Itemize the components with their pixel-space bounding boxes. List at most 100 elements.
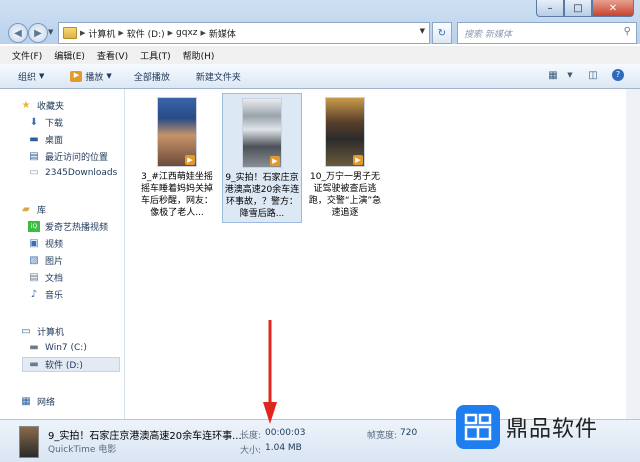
chevron-right-icon[interactable]: ▶ <box>168 29 173 37</box>
nav-label: 库 <box>37 206 47 216</box>
new-folder-button[interactable]: 新建文件夹 <box>196 70 241 83</box>
quicktime-icon: ▶ <box>185 155 195 165</box>
organize-button[interactable]: 组织 ▼ <box>18 70 44 83</box>
file-name: 9_实拍！石家庄京港澳高速20余车连环事故，？警方：降雪后路... <box>224 173 300 219</box>
red-arrow-annotation <box>263 320 277 424</box>
nav-label: 下载 <box>45 119 64 129</box>
menu-tools[interactable]: 工具(T) <box>140 49 171 62</box>
crumb-d-drive[interactable]: 软件 (D:) <box>127 27 165 40</box>
search-icon[interactable]: ⚲ <box>624 26 631 37</box>
file-name: 10_万宁一男子无证驾驶被查后逃跑，交警“上演”急速追逐 <box>308 172 382 218</box>
nav-label: 最近访问的位置 <box>45 153 109 163</box>
nav-label: 计算机 <box>37 328 65 338</box>
nav-label: 视频 <box>45 240 64 250</box>
nav-desktop[interactable]: ▬ 桌面 <box>28 133 63 146</box>
nav-video[interactable]: ▣ 视频 <box>28 237 63 250</box>
forward-arrow-icon: ▶ <box>34 27 42 39</box>
nav-favorites[interactable]: ★ 收藏夹 <box>20 99 65 112</box>
menu-file[interactable]: 文件(F) <box>12 49 42 62</box>
nav-music[interactable]: ♪ 音乐 <box>28 288 63 301</box>
minimize-button[interactable]: – <box>536 0 564 17</box>
play-all-button[interactable]: 全部播放 <box>134 70 170 83</box>
folder-icon <box>63 27 77 39</box>
back-button[interactable]: ◀ <box>8 23 28 43</box>
star-icon: ★ <box>21 100 31 111</box>
watermark: 鼎品软件 <box>456 405 598 449</box>
vertical-scrollbar[interactable] <box>626 89 640 419</box>
dropdown-icon: ▼ <box>106 72 112 80</box>
iqiyi-icon: iQ <box>28 221 40 232</box>
drive-icon: ▬ <box>29 359 39 370</box>
crumb-gqxz[interactable]: gqxz <box>176 28 197 38</box>
play-button[interactable]: ▶ 播放 ▼ <box>70 70 112 83</box>
view-options-icon[interactable]: ▦ <box>545 68 561 82</box>
video-icon: ▣ <box>29 238 39 249</box>
file-item[interactable]: ▶ 3_#江西萌娃坐摇摇车睡着妈妈关掉车后秒醒，网友：像极了老人... <box>138 93 216 219</box>
nav-computer[interactable]: ▭ 计算机 <box>20 325 64 338</box>
length-value[interactable]: 00:00:03 <box>265 428 305 438</box>
close-button[interactable]: ✕ <box>592 0 634 17</box>
length-label: 长度: <box>240 431 262 441</box>
history-dropdown-icon[interactable]: ▼ <box>48 28 53 36</box>
recent-places-icon: ▤ <box>29 151 39 162</box>
nav-library[interactable]: ▰ 库 <box>20 203 46 216</box>
video-thumbnail: ▶ <box>157 97 197 167</box>
size-value: 1.04 MB <box>265 443 302 453</box>
file-item[interactable]: ▶ 10_万宁一男子无证驾驶被查后逃跑，交警“上演”急速追逐 <box>306 93 384 219</box>
maximize-button[interactable]: □ <box>564 0 592 17</box>
title-bar: – □ ✕ ◀ ▶ ▼ ▶ 计算机 ▶ 软件 (D:) ▶ gqxz ▶ 新媒体… <box>0 0 640 44</box>
nav-c-drive[interactable]: ▬ Win7 (C:) <box>28 342 87 353</box>
chevron-right-icon[interactable]: ▶ <box>80 29 85 37</box>
search-placeholder: 搜索 新媒体 <box>464 30 512 40</box>
dropdown-icon: ▼ <box>39 72 45 80</box>
help-icon[interactable]: ? <box>610 68 626 82</box>
nav-recent[interactable]: ▤ 最近访问的位置 <box>28 150 108 163</box>
quicktime-icon: ▶ <box>353 155 363 165</box>
music-icon: ♪ <box>30 289 38 300</box>
play-icon: ▶ <box>70 70 83 82</box>
nav-2345downloads[interactable]: ▭ 2345Downloads <box>28 167 117 178</box>
menu-edit[interactable]: 编辑(E) <box>54 49 85 62</box>
search-input[interactable]: 搜索 新媒体 ⚲ <box>457 22 637 44</box>
crumb-new-media[interactable]: 新媒体 <box>209 27 236 40</box>
file-item-selected[interactable]: ▶ 9_实拍！石家庄京港澳高速20余车连环事故，？警方：降雪后路... <box>222 93 302 223</box>
nav-label: 图片 <box>45 257 64 267</box>
nav-label: 音乐 <box>45 291 64 301</box>
refresh-button[interactable]: ↻ <box>432 22 452 44</box>
chevron-right-icon[interactable]: ▶ <box>118 29 123 37</box>
nav-downloads[interactable]: ⬇ 下载 <box>28 116 63 129</box>
video-thumbnail: ▶ <box>325 97 365 167</box>
nav-d-drive[interactable]: ▬ 软件 (D:) <box>22 357 120 372</box>
menu-help[interactable]: 帮助(H) <box>183 49 215 62</box>
computer-icon: ▭ <box>21 326 31 337</box>
preview-pane-icon[interactable]: ◫ <box>585 68 601 82</box>
details-title: 9_实拍！石家庄京港澳高速20余车连环事... <box>48 431 242 442</box>
library-icon: ▰ <box>22 204 30 215</box>
watermark-logo <box>456 405 500 449</box>
chevron-right-icon[interactable]: ▶ <box>201 29 206 37</box>
menu-view[interactable]: 查看(V) <box>97 49 128 62</box>
breadcrumb: ▶ 计算机 ▶ 软件 (D:) ▶ gqxz ▶ 新媒体 <box>63 27 236 40</box>
nav-documents[interactable]: ▤ 文档 <box>28 271 63 284</box>
nav-label: Win7 (C:) <box>45 342 87 353</box>
nav-iqiyi[interactable]: iQ 爱奇艺热播视频 <box>28 220 108 233</box>
view-dropdown-icon[interactable]: ▼ <box>562 68 578 82</box>
crumb-computer[interactable]: 计算机 <box>88 27 115 40</box>
address-dropdown-icon[interactable]: ▼ <box>420 27 425 35</box>
video-thumbnail: ▶ <box>242 98 282 168</box>
size-label: 大小: <box>240 446 262 456</box>
nav-pictures[interactable]: ▧ 图片 <box>28 254 63 267</box>
play-label: 播放 <box>85 72 104 83</box>
watermark-text: 鼎品软件 <box>506 417 599 442</box>
refresh-icon: ↻ <box>437 27 447 39</box>
nav-label: 爱奇艺热播视频 <box>45 223 109 233</box>
frame-width-value[interactable]: 720 <box>400 428 417 438</box>
network-icon: ▦ <box>21 396 31 407</box>
file-name: 3_#江西萌娃坐摇摇车睡着妈妈关掉车后秒醒，网友：像极了老人... <box>140 172 213 218</box>
details-thumbnail <box>19 426 39 458</box>
navigation-pane: ★ 收藏夹 ⬇ 下载 ▬ 桌面 ▤ 最近访问的位置 ▭ 2345Downloads ▰ 库 … <box>0 89 125 419</box>
nav-label: 文档 <box>45 274 64 284</box>
nav-network[interactable]: ▦ 网络 <box>20 395 55 408</box>
address-bar[interactable]: ▶ 计算机 ▶ 软件 (D:) ▶ gqxz ▶ 新媒体 ▼ <box>58 22 430 44</box>
forward-button[interactable]: ▶ <box>28 23 48 43</box>
